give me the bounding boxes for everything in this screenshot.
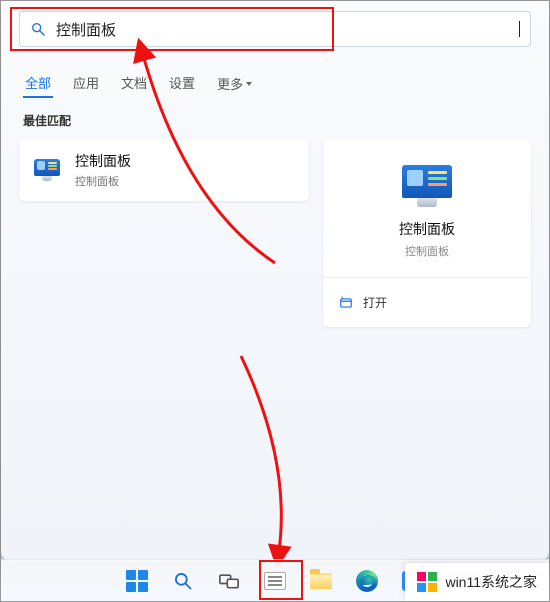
preview-card: 控制面板 控制面板 打开: [323, 139, 531, 327]
search-icon: [30, 21, 46, 37]
tab-settings[interactable]: 设置: [167, 69, 197, 98]
control-panel-icon-large: [400, 165, 454, 207]
open-label: 打开: [363, 294, 387, 311]
start-search-panel: 全部 应用 文档 设置 更多 最佳匹配 控制面板 控制面板: [1, 1, 549, 561]
results-row: 控制面板 控制面板 控制面板 控制面板: [19, 139, 531, 327]
result-text: 控制面板 控制面板: [75, 151, 131, 189]
best-match-result[interactable]: 控制面板 控制面板: [19, 139, 309, 201]
app-window-icon: [264, 572, 286, 590]
preview-actions: 打开: [323, 278, 531, 327]
search-filter-tabs: 全部 应用 文档 设置 更多: [23, 69, 531, 98]
task-view-icon: [219, 572, 239, 590]
section-best-match-label: 最佳匹配: [23, 112, 531, 129]
watermark: win11系统之家: [405, 563, 549, 601]
taskbar-search-button[interactable]: [164, 562, 202, 600]
tab-documents[interactable]: 文档: [119, 69, 149, 98]
result-subtitle: 控制面板: [75, 173, 131, 189]
tab-apps[interactable]: 应用: [71, 69, 101, 98]
taskbar-app-generic[interactable]: [256, 562, 294, 600]
chevron-down-icon: [246, 82, 252, 86]
search-box[interactable]: [19, 11, 531, 47]
search-icon: [173, 571, 193, 591]
preview-title: 控制面板: [333, 219, 521, 239]
task-view-button[interactable]: [210, 562, 248, 600]
text-caret: [519, 21, 520, 37]
search-input[interactable]: [56, 21, 519, 38]
preview-subtitle: 控制面板: [333, 243, 521, 259]
result-title: 控制面板: [75, 151, 131, 171]
folder-icon: [310, 573, 332, 589]
open-action[interactable]: 打开: [329, 286, 525, 319]
edge-icon: [356, 570, 378, 592]
tab-more-label: 更多: [217, 74, 243, 93]
windows-logo-icon: [126, 570, 148, 592]
start-button[interactable]: [118, 562, 156, 600]
taskbar-file-explorer[interactable]: [302, 562, 340, 600]
tab-more[interactable]: 更多: [215, 69, 254, 98]
watermark-text: win11系统之家: [445, 572, 537, 592]
open-icon: [339, 296, 353, 310]
watermark-logo-icon: [417, 572, 437, 592]
tab-all[interactable]: 全部: [23, 69, 53, 98]
taskbar-edge[interactable]: [348, 562, 386, 600]
control-panel-icon: [33, 159, 61, 181]
preview-header: 控制面板 控制面板: [323, 139, 531, 278]
